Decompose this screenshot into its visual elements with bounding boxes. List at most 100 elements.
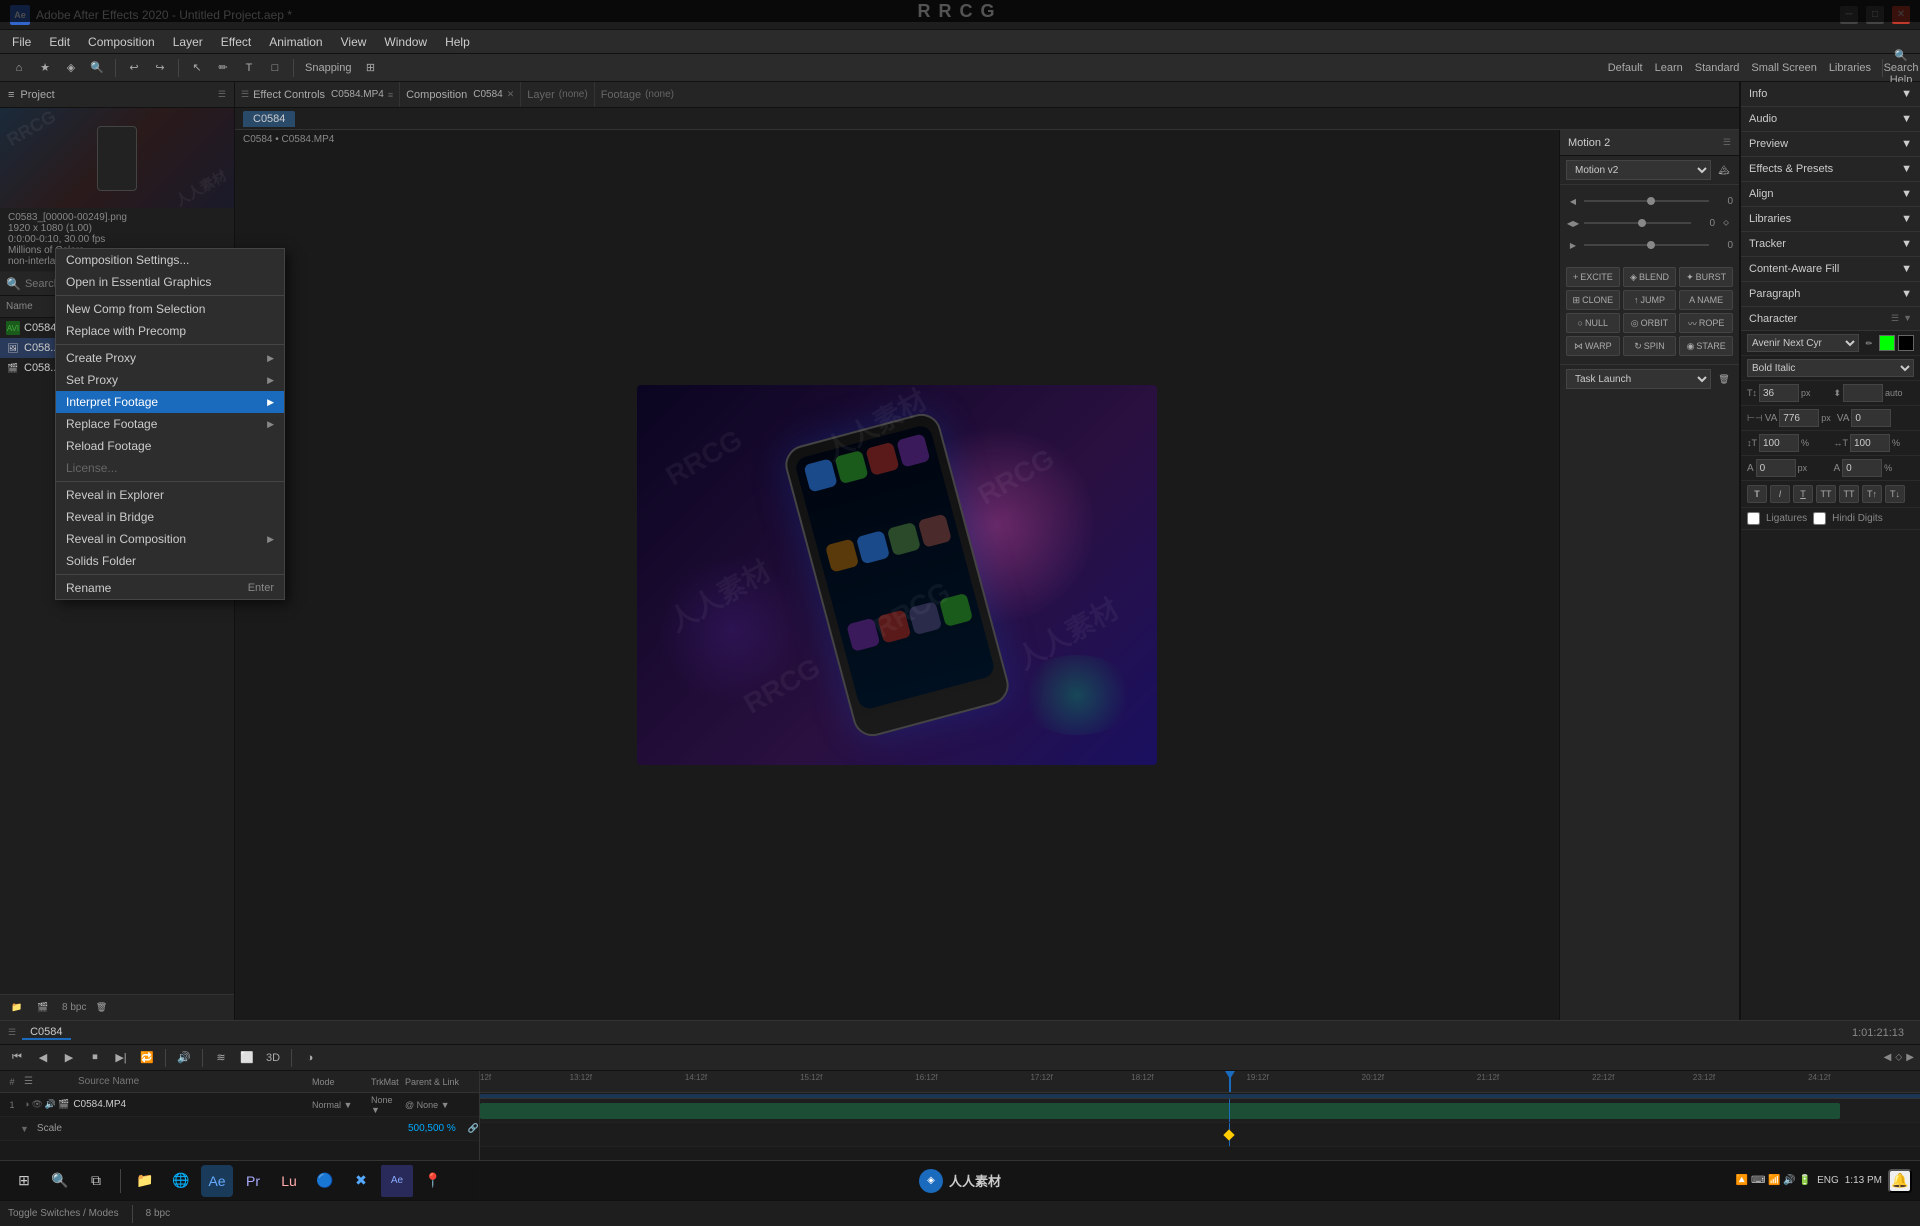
solo-button[interactable]: ◑ xyxy=(299,1047,321,1069)
align-header[interactable]: Align ▼ xyxy=(1741,182,1920,206)
ctx-reveal-bridge[interactable]: Reveal in Bridge xyxy=(56,506,284,528)
new-button[interactable]: ★ xyxy=(34,57,56,79)
start-button[interactable]: ⊞ xyxy=(8,1165,40,1197)
stop-button[interactable]: ⏹ xyxy=(84,1047,106,1069)
ctx-reveal-explorer[interactable]: Reveal in Explorer xyxy=(56,484,284,506)
libraries-header[interactable]: Libraries ▼ xyxy=(1741,207,1920,231)
task-launch-select[interactable]: Task Launch xyxy=(1566,369,1711,389)
font-family-select[interactable]: Avenir Next Cyr xyxy=(1747,334,1859,352)
ctx-rename[interactable]: Rename Enter xyxy=(56,577,284,599)
motion-warp-button[interactable]: ⋈ WARP xyxy=(1566,336,1620,356)
ctx-comp-settings[interactable]: Composition Settings... xyxy=(56,249,284,271)
ctx-set-proxy[interactable]: Set Proxy ▶ xyxy=(56,369,284,391)
kerning-input[interactable] xyxy=(1779,409,1819,427)
undo-button[interactable]: ↩ xyxy=(123,57,145,79)
comp-active-tab[interactable]: C0584 xyxy=(243,111,295,127)
content-aware-header[interactable]: Content-Aware Fill ▼ xyxy=(1741,257,1920,281)
keyframe-diamond[interactable] xyxy=(1223,1129,1234,1140)
font-style-button[interactable]: ✏ xyxy=(1862,336,1876,350)
motion-jump-button[interactable]: ↑ JUMP xyxy=(1623,290,1677,310)
new-folder-button[interactable]: 📁 xyxy=(6,997,28,1019)
frame-blend-button[interactable]: ⬜ xyxy=(236,1047,258,1069)
task-delete-button[interactable]: 🗑 xyxy=(1715,370,1733,388)
redo-button[interactable]: ↪ xyxy=(149,57,171,79)
hindi-digits-checkbox[interactable] xyxy=(1813,512,1826,525)
motion-blur-button[interactable]: ≋ xyxy=(210,1047,232,1069)
menu-edit[interactable]: Edit xyxy=(41,33,78,51)
motion-ease-button[interactable]: ⬦ xyxy=(1719,216,1733,230)
font-size-input[interactable] xyxy=(1759,384,1799,402)
italic-button[interactable]: I xyxy=(1770,485,1790,503)
effects-header[interactable]: Effects & Presets ▼ xyxy=(1741,157,1920,181)
playhead-indicator[interactable] xyxy=(1229,1071,1231,1092)
ae-button[interactable]: Ae xyxy=(201,1165,233,1197)
horiz-scale-input[interactable] xyxy=(1850,434,1890,452)
menu-effect[interactable]: Effect xyxy=(213,33,259,51)
ctx-open-essential[interactable]: Open in Essential Graphics xyxy=(56,271,284,293)
ligatures-checkbox[interactable] xyxy=(1747,512,1760,525)
motion-blend-button[interactable]: ◈ BLEND xyxy=(1623,267,1677,287)
open-button[interactable]: ◈ xyxy=(60,57,82,79)
3d-button[interactable]: 3D xyxy=(262,1047,284,1069)
layer-clip-bar[interactable] xyxy=(480,1103,1840,1119)
task-view-button[interactable]: ⧉ xyxy=(80,1165,112,1197)
pen-tool[interactable]: ✏ xyxy=(212,57,234,79)
motion-version-select[interactable]: Motion v2 xyxy=(1566,160,1711,180)
ctx-new-comp[interactable]: New Comp from Selection xyxy=(56,298,284,320)
font-color-swatch[interactable] xyxy=(1879,335,1895,351)
notification-button[interactable]: 🔔 xyxy=(1888,1169,1912,1193)
new-comp-button[interactable]: 🎬 xyxy=(32,997,54,1019)
motion-slider-3[interactable] xyxy=(1584,244,1709,246)
menu-help[interactable]: Help xyxy=(437,33,478,51)
char-menu-icon[interactable]: ☰ xyxy=(1891,313,1899,324)
node-button[interactable]: 📍 xyxy=(417,1165,449,1197)
superscript-button[interactable]: T↑ xyxy=(1862,485,1882,503)
baseline-input[interactable] xyxy=(1756,459,1796,477)
motion-settings-button[interactable]: 🏔 xyxy=(1715,161,1733,179)
timeline-comp-tab[interactable]: C0584 xyxy=(22,1026,70,1040)
pr-button[interactable]: Pr xyxy=(237,1165,269,1197)
motion-menu-icon[interactable]: ☰ xyxy=(1723,137,1731,148)
menu-animation[interactable]: Animation xyxy=(261,33,330,51)
comp-tab-close[interactable]: ✕ xyxy=(507,89,515,100)
ae2-button[interactable]: Ae xyxy=(381,1165,413,1197)
delete-button[interactable]: 🗑 xyxy=(90,997,112,1019)
menu-composition[interactable]: Composition xyxy=(80,33,163,51)
motion-burst-button[interactable]: ✦ BURST xyxy=(1679,267,1733,287)
subscript-button[interactable]: T↓ xyxy=(1885,485,1905,503)
go-next-frame-button[interactable]: ▶| xyxy=(110,1047,132,1069)
play-button[interactable]: ▶ xyxy=(58,1047,80,1069)
font-style-select[interactable]: Bold Italic xyxy=(1747,359,1914,377)
snapping-toggle[interactable]: ⊞ xyxy=(360,57,382,79)
menu-layer[interactable]: Layer xyxy=(165,33,211,51)
layer-audio-icon[interactable]: 🔊 xyxy=(45,1099,56,1110)
type-tool[interactable]: T xyxy=(238,57,260,79)
underline-button[interactable]: T xyxy=(1793,485,1813,503)
font-stroke-swatch[interactable] xyxy=(1898,335,1914,351)
ctx-reveal-comp[interactable]: Reveal in Composition ▶ xyxy=(56,528,284,550)
layer-visible-icon[interactable]: 👁 xyxy=(31,1099,42,1110)
search-taskbar-button[interactable]: 🔍 xyxy=(44,1165,76,1197)
preview-header[interactable]: Preview ▼ xyxy=(1741,132,1920,156)
motion-orbit-button[interactable]: ◎ ORBIT xyxy=(1623,313,1677,333)
motion-rope-button[interactable]: 〰 ROPE xyxy=(1679,313,1733,333)
go-prev-frame-button[interactable]: ◀ xyxy=(32,1047,54,1069)
motion-slider-1[interactable] xyxy=(1584,200,1709,202)
loop-button[interactable]: 🔁 xyxy=(136,1047,158,1069)
ctx-reload-footage[interactable]: Reload Footage xyxy=(56,435,284,457)
browser-button[interactable]: 🌐 xyxy=(165,1165,197,1197)
paragraph-header[interactable]: Paragraph ▼ xyxy=(1741,282,1920,306)
selection-tool[interactable]: ↖ xyxy=(186,57,208,79)
ctx-create-proxy[interactable]: Create Proxy ▶ xyxy=(56,347,284,369)
shape-tool[interactable]: □ xyxy=(264,57,286,79)
ctx-replace-precomp[interactable]: Replace with Precomp xyxy=(56,320,284,342)
ctx-solids-folder[interactable]: Solids Folder xyxy=(56,550,284,572)
lu-button[interactable]: Lu xyxy=(273,1165,305,1197)
menu-window[interactable]: Window xyxy=(376,33,435,51)
smallcaps-button[interactable]: TT xyxy=(1816,485,1836,503)
motion-spin-button[interactable]: ↻ SPIN xyxy=(1623,336,1677,356)
motion-null-button[interactable]: ○ NULL xyxy=(1566,313,1620,333)
layer-solo-icon[interactable]: ◑ xyxy=(24,1099,29,1110)
motion-excite-button[interactable]: + EXCITE xyxy=(1566,267,1620,287)
search-button[interactable]: 🔍 xyxy=(86,57,108,79)
